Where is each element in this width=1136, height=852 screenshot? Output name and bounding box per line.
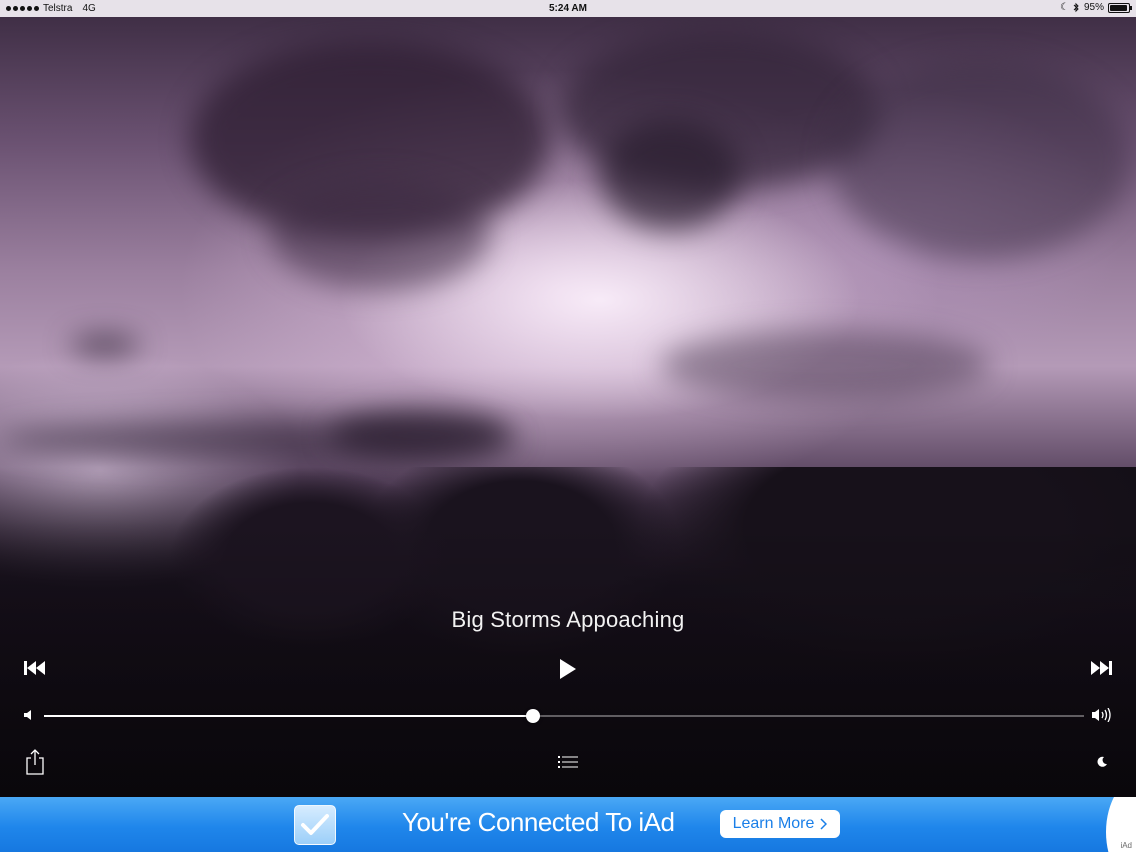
- playlist-button[interactable]: [556, 752, 580, 772]
- next-track-button[interactable]: [1086, 656, 1116, 680]
- speaker-high-icon: [1090, 704, 1114, 726]
- moon-icon: ☾: [1060, 2, 1069, 13]
- play-icon: [560, 659, 576, 679]
- share-button[interactable]: [22, 748, 48, 776]
- speaker-low-icon: [20, 706, 38, 724]
- checkmark-icon: [294, 805, 336, 845]
- sleep-timer-button[interactable]: [1092, 752, 1112, 772]
- skip-forward-icon: [1091, 661, 1112, 675]
- list-icon: [558, 756, 578, 768]
- ad-banner[interactable]: You're Connected To iAd Learn More iAd: [0, 797, 1136, 852]
- share-icon: [26, 749, 44, 775]
- moon-icon: [1097, 756, 1107, 767]
- track-title: Big Storms Appoaching: [451, 607, 685, 632]
- ad-headline: You're Connected To iAd: [402, 807, 675, 837]
- volume-slider[interactable]: [44, 709, 1084, 723]
- skip-back-icon: [24, 661, 45, 675]
- battery-icon: [1108, 2, 1132, 13]
- volume-fill: [44, 715, 533, 717]
- previous-track-button[interactable]: [20, 656, 50, 680]
- chevron-right-icon: [820, 818, 828, 830]
- learn-more-button[interactable]: Learn More: [720, 810, 840, 838]
- battery-percent: 95%: [1083, 2, 1104, 13]
- bluetooth-icon: [1073, 2, 1079, 13]
- ad-badge: iAd: [1120, 841, 1132, 850]
- play-button[interactable]: [554, 655, 582, 683]
- status-time: 5:24 AM: [549, 3, 587, 14]
- volume-knob[interactable]: [525, 709, 540, 723]
- status-bar: Telstra 4G 5:24 AM ☾ 95%: [0, 0, 1136, 17]
- learn-more-label: Learn More: [732, 815, 815, 832]
- status-right: ☾ 95%: [1060, 2, 1132, 13]
